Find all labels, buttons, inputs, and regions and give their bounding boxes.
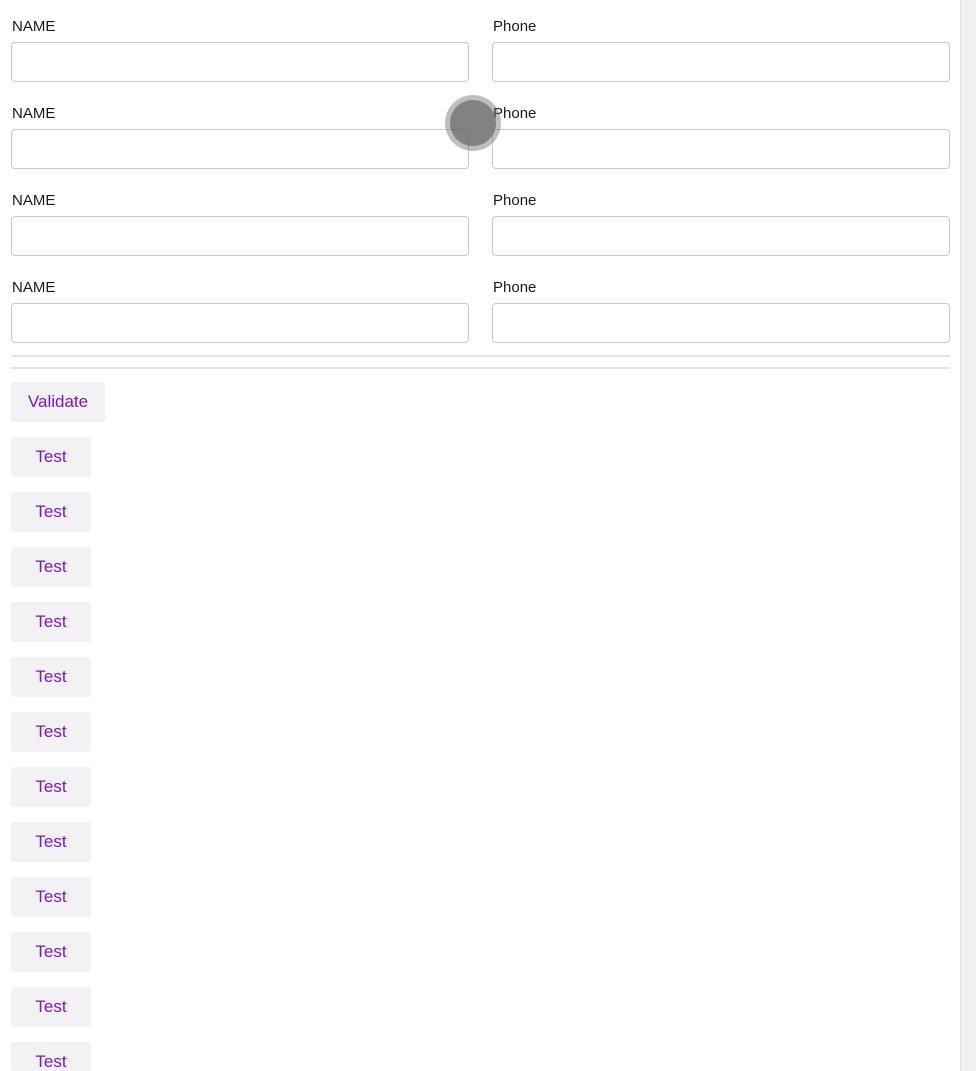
test-button[interactable]: Test: [11, 492, 91, 532]
test-button[interactable]: Test: [11, 987, 91, 1027]
page: NAME Phone NAME Phone NAME Phone NAME Ph…: [0, 0, 976, 1071]
name-input[interactable]: [11, 42, 469, 82]
test-button[interactable]: Test: [11, 932, 91, 972]
phone-field-group: Phone: [492, 87, 950, 174]
scrollbar[interactable]: [960, 0, 976, 1071]
contact-row: NAME Phone: [11, 174, 950, 261]
name-label: NAME: [12, 279, 56, 296]
name-field-group: NAME: [11, 0, 469, 87]
test-button[interactable]: Test: [11, 1042, 91, 1071]
name-field-group: NAME: [11, 261, 469, 348]
name-input[interactable]: [11, 216, 469, 256]
name-label: NAME: [12, 192, 56, 209]
phone-label: Phone: [493, 192, 537, 209]
divider: [11, 355, 950, 357]
phone-field-group: Phone: [492, 174, 950, 261]
validate-button[interactable]: Validate: [11, 382, 105, 422]
name-label: NAME: [12, 105, 56, 122]
phone-input[interactable]: [492, 216, 950, 256]
phone-input[interactable]: [492, 129, 950, 169]
name-input[interactable]: [11, 129, 469, 169]
contact-row: NAME Phone: [11, 261, 950, 348]
contact-row: NAME Phone: [11, 0, 950, 87]
name-field-group: NAME: [11, 174, 469, 261]
name-input[interactable]: [11, 303, 469, 343]
phone-label: Phone: [493, 279, 537, 296]
name-label: NAME: [12, 18, 56, 35]
divider: [11, 367, 950, 369]
phone-label: Phone: [493, 18, 537, 35]
test-button[interactable]: Test: [11, 547, 91, 587]
contact-row: NAME Phone: [11, 87, 950, 174]
test-button[interactable]: Test: [11, 437, 91, 477]
phone-input[interactable]: [492, 303, 950, 343]
phone-input[interactable]: [492, 42, 950, 82]
test-button[interactable]: Test: [11, 712, 91, 752]
phone-field-group: Phone: [492, 0, 950, 87]
test-button[interactable]: Test: [11, 877, 91, 917]
test-button[interactable]: Test: [11, 657, 91, 697]
test-button[interactable]: Test: [11, 822, 91, 862]
phone-field-group: Phone: [492, 261, 950, 348]
contact-form: NAME Phone NAME Phone NAME Phone NAME Ph…: [11, 0, 950, 348]
test-button[interactable]: Test: [11, 602, 91, 642]
test-button[interactable]: Test: [11, 767, 91, 807]
phone-label: Phone: [493, 105, 537, 122]
name-field-group: NAME: [11, 87, 469, 174]
